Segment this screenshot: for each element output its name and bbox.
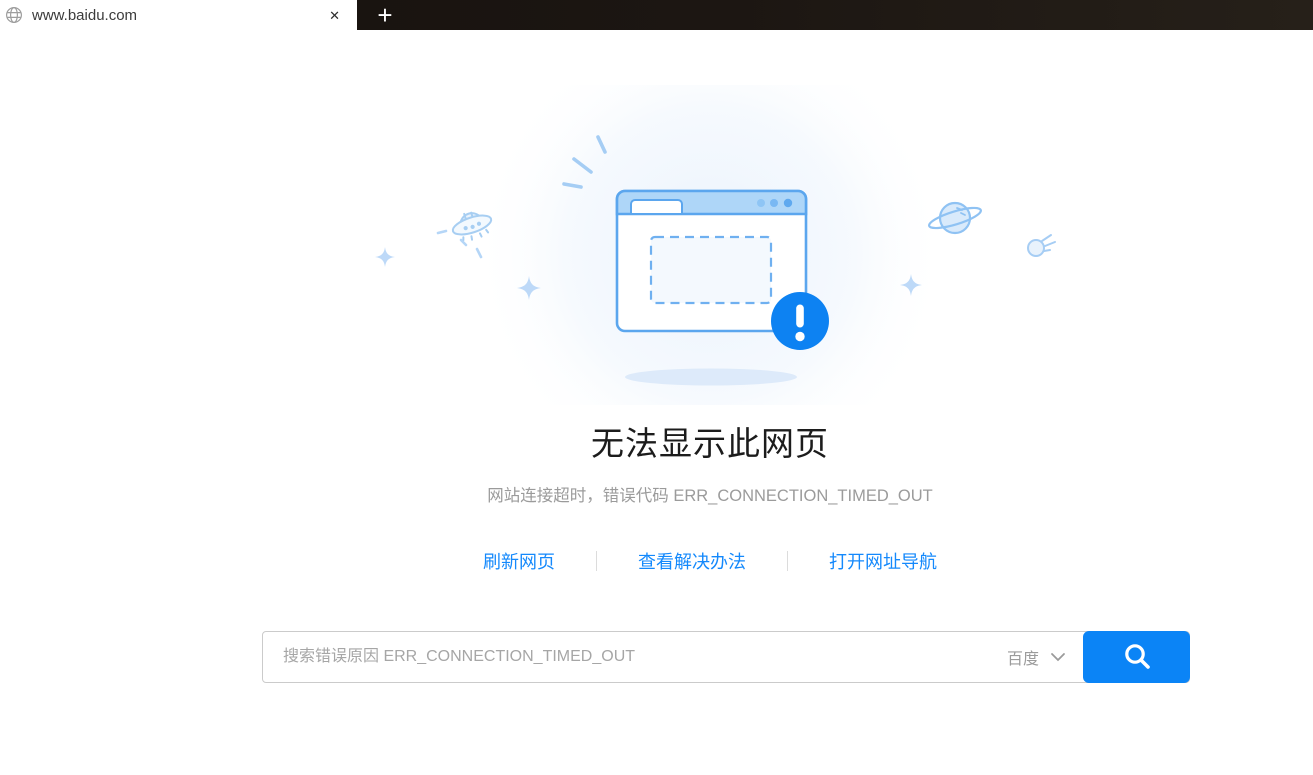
refresh-page-link[interactable]: 刷新网页 bbox=[483, 548, 555, 574]
tab-bar: www.baidu.com ✕ + bbox=[0, 0, 1313, 30]
search-button[interactable] bbox=[1083, 631, 1190, 683]
new-tab-button[interactable]: + bbox=[357, 0, 413, 30]
exclamation-badge-icon bbox=[771, 292, 829, 350]
tab-title: www.baidu.com bbox=[32, 7, 324, 24]
error-illustration bbox=[246, 85, 1174, 405]
view-solutions-link[interactable]: 查看解决办法 bbox=[638, 548, 746, 574]
tab-close-icon[interactable]: ✕ bbox=[324, 6, 345, 25]
search-engine-selector[interactable]: 百度 bbox=[1007, 631, 1066, 683]
link-separator bbox=[596, 551, 597, 571]
error-title: 无法显示此网页 bbox=[246, 421, 1174, 467]
error-page: 无法显示此网页 网站连接超时，错误代码 ERR_CONNECTION_TIMED… bbox=[262, 85, 1190, 683]
search-engine-label: 百度 bbox=[1007, 645, 1039, 669]
chevron-down-icon bbox=[1050, 652, 1066, 662]
magnifier-icon bbox=[1122, 642, 1152, 672]
globe-icon bbox=[5, 6, 23, 24]
comet-icon bbox=[1028, 235, 1055, 256]
action-links: 刷新网页 查看解决办法 打开网址导航 bbox=[246, 548, 1174, 574]
browser-tab-baidu[interactable]: www.baidu.com ✕ bbox=[0, 0, 357, 30]
illustration-shadow bbox=[625, 369, 797, 386]
error-subtitle: 网站连接超时，错误代码 ERR_CONNECTION_TIMED_OUT bbox=[246, 485, 1174, 507]
error-search-bar: 百度 bbox=[262, 631, 1190, 683]
open-site-navigation-link[interactable]: 打开网址导航 bbox=[829, 548, 937, 574]
link-separator bbox=[787, 551, 788, 571]
error-illustration-svg bbox=[360, 85, 1060, 405]
